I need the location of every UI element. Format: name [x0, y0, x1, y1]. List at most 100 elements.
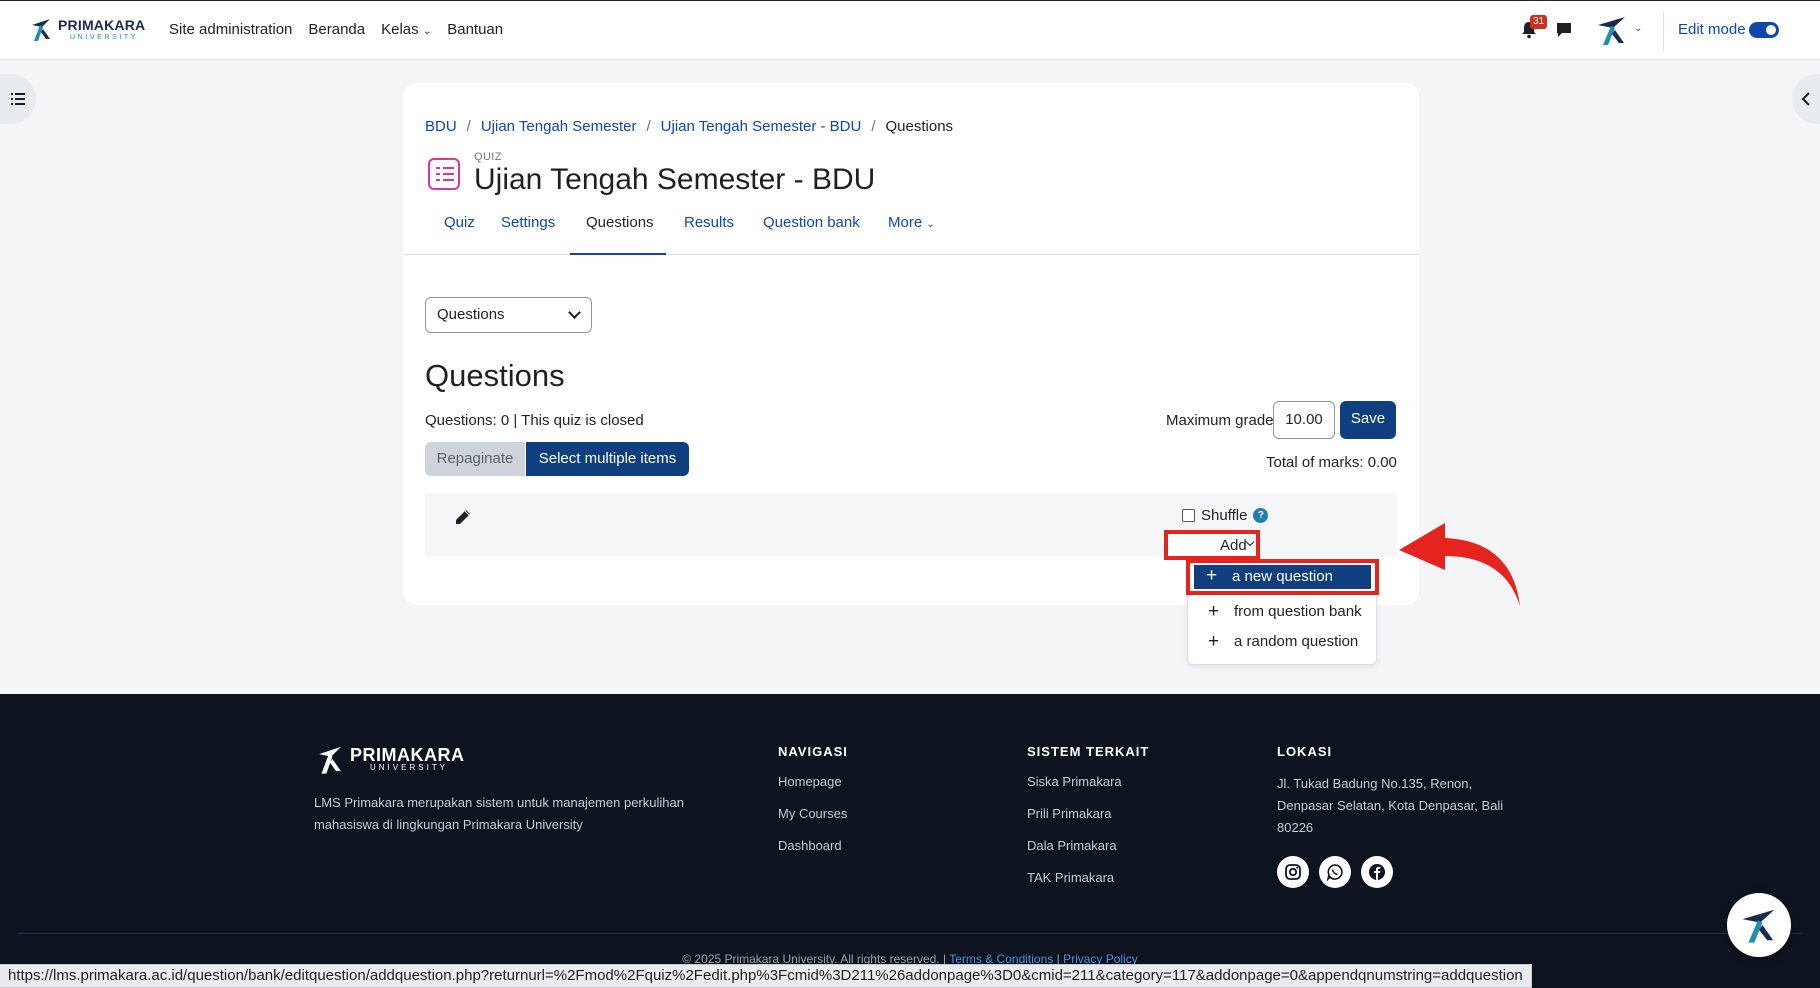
nav-beranda[interactable]: Beranda	[308, 21, 365, 38]
primakara-logo-icon	[32, 19, 50, 41]
add-menu-button[interactable]: Add	[1164, 530, 1260, 560]
block-drawer-toggle[interactable]	[1792, 74, 1820, 124]
save-button[interactable]: Save	[1340, 401, 1396, 439]
quiz-status-text: Questions: 0 | This quiz is closed	[425, 412, 644, 429]
footer-link-siska[interactable]: Siska Primakara	[1027, 773, 1149, 791]
status-bar-url: https://lms.primakara.ac.id/question/ban…	[0, 964, 1532, 988]
breadcrumb-separator: /	[466, 118, 471, 135]
primary-nav: Site administration Beranda Kelas ⌄ Bant…	[169, 21, 503, 38]
tab-label: Questions	[586, 214, 654, 231]
menu-item-new-question[interactable]: + a new question	[1186, 559, 1379, 595]
tab-quiz[interactable]: Quiz	[441, 213, 481, 255]
menu-item-highlight: + a new question	[1194, 565, 1371, 589]
menu-item-label: from question bank	[1234, 603, 1362, 620]
tab-more[interactable]: More ⌄	[888, 213, 935, 255]
user-menu-chevron-icon[interactable]: ⌄	[1634, 23, 1642, 34]
tab-label: Quiz	[444, 214, 475, 231]
social-links	[1277, 856, 1393, 888]
footer-link-tak[interactable]: TAK Primakara	[1027, 869, 1149, 887]
add-dropdown-menu: + a new question + from question bank + …	[1186, 559, 1379, 665]
user-avatar[interactable]	[1595, 13, 1629, 47]
facebook-icon[interactable]	[1361, 856, 1393, 888]
shuffle-control: Shuffle ?	[1182, 507, 1269, 524]
menu-item-random-question[interactable]: + a random question	[1188, 628, 1376, 656]
footer-address: Jl. Tukad Badung No.135, Renon, Denpasar…	[1277, 776, 1504, 835]
tab-label: More	[888, 214, 923, 231]
quiz-section-bar: Shuffle ? Add	[425, 493, 1397, 560]
footer-link-homepage[interactable]: Homepage	[778, 773, 848, 791]
tab-label: Question bank	[763, 214, 860, 231]
activity-type-label: QUIZ	[474, 151, 502, 163]
breadcrumb-bdu[interactable]: BDU	[425, 118, 457, 135]
maximum-grade-input[interactable]: 10.00	[1273, 401, 1335, 439]
breadcrumb-separator: /	[646, 118, 651, 135]
footer-brand-sub: UNIVERSITY	[370, 763, 449, 772]
footer-location: LOKASI Jl. Tukad Badung No.135, Renon, D…	[1277, 744, 1517, 839]
footer-brand-name: PRIMAKARA	[350, 745, 465, 765]
plus-icon: +	[1208, 631, 1220, 652]
list-icon	[11, 93, 25, 105]
footer-related-systems: SISTEM TERKAIT Siska Primakara Prili Pri…	[1027, 744, 1149, 901]
tab-results[interactable]: Results	[684, 213, 734, 255]
shuffle-checkbox[interactable]	[1182, 509, 1195, 522]
chat-widget-button[interactable]	[1727, 893, 1791, 957]
footer-heading: NAVIGASI	[778, 744, 848, 759]
section-heading: Questions	[425, 358, 565, 393]
repaginate-button[interactable]: Repaginate	[425, 442, 525, 476]
breadcrumb-separator: /	[871, 118, 876, 135]
site-footer: PRIMAKARA UNIVERSITY LMS Primakara merup…	[0, 694, 1820, 988]
brand-logo[interactable]: PRIMAKARA UNIVERSITY	[28, 15, 145, 43]
tab-label: Settings	[501, 214, 556, 231]
instagram-icon[interactable]	[1277, 856, 1309, 888]
select-multiple-items-button[interactable]: Select multiple items	[526, 442, 689, 476]
total-marks-text: Total of marks: 0.00	[1266, 454, 1397, 471]
nav-site-administration[interactable]: Site administration	[169, 21, 292, 38]
whatsapp-icon[interactable]	[1319, 856, 1351, 888]
nav-bantuan[interactable]: Bantuan	[447, 21, 503, 38]
chevron-down-icon	[1245, 537, 1255, 547]
primakara-logo-icon	[1742, 909, 1775, 943]
plus-icon: +	[1206, 565, 1218, 586]
breadcrumb-current: Questions	[885, 118, 954, 135]
tab-label: Results	[684, 214, 735, 231]
questions-page-select[interactable]: Questions	[425, 297, 592, 333]
annotation-arrow-icon	[1399, 523, 1520, 606]
footer-link-dala[interactable]: Dala Primakara	[1027, 837, 1149, 855]
footer-logo[interactable]: PRIMAKARA UNIVERSITY	[314, 742, 465, 776]
chevron-left-icon	[1801, 92, 1810, 106]
course-index-drawer-toggle[interactable]	[0, 74, 36, 124]
footer-divider	[18, 933, 1802, 934]
tab-question-bank[interactable]: Question bank	[763, 213, 860, 255]
brand-name: PRIMAKARA	[58, 16, 146, 33]
footer-link-my-courses[interactable]: My Courses	[778, 805, 848, 823]
add-label: Add	[1220, 537, 1247, 554]
tab-questions[interactable]: Questions	[570, 213, 666, 255]
pencil-icon[interactable]	[455, 509, 471, 525]
shuffle-label: Shuffle	[1201, 507, 1248, 524]
quiz-icon	[428, 158, 460, 190]
breadcrumb: BDU / Ujian Tengah Semester / Ujian Teng…	[425, 118, 953, 135]
edit-mode-toggle[interactable]	[1749, 22, 1779, 38]
menu-item-label: a random question	[1234, 633, 1359, 650]
primakara-logo-icon	[319, 746, 341, 774]
menu-item-from-question-bank[interactable]: + from question bank	[1188, 598, 1376, 626]
brand-sub: UNIVERSITY	[70, 33, 139, 41]
footer-navigation: NAVIGASI Homepage My Courses Dashboard	[778, 744, 848, 869]
main-content-card: BDU / Ujian Tengah Semester / Ujian Teng…	[403, 83, 1419, 605]
chevron-down-icon: ⌄	[926, 219, 935, 230]
breadcrumb-uts[interactable]: Ujian Tengah Semester	[481, 118, 637, 135]
tab-settings[interactable]: Settings	[501, 213, 555, 255]
menu-item-label: a new question	[1232, 568, 1333, 585]
maximum-grade-label: Maximum grade	[1166, 412, 1274, 429]
nav-kelas-label: Kelas	[381, 21, 419, 38]
message-icon[interactable]	[1555, 21, 1573, 39]
plus-icon: +	[1208, 601, 1220, 622]
breadcrumb-uts-bdu[interactable]: Ujian Tengah Semester - BDU	[661, 118, 862, 135]
footer-link-dashboard[interactable]: Dashboard	[778, 837, 848, 855]
footer-description: LMS Primakara merupakan sistem untuk man…	[314, 795, 684, 832]
nav-kelas[interactable]: Kelas ⌄	[381, 21, 431, 38]
select-value: Questions	[437, 306, 505, 323]
footer-link-prili[interactable]: Prili Primakara	[1027, 805, 1149, 823]
page-title: Ujian Tengah Semester - BDU	[474, 163, 876, 196]
help-icon[interactable]: ?	[1253, 508, 1269, 523]
